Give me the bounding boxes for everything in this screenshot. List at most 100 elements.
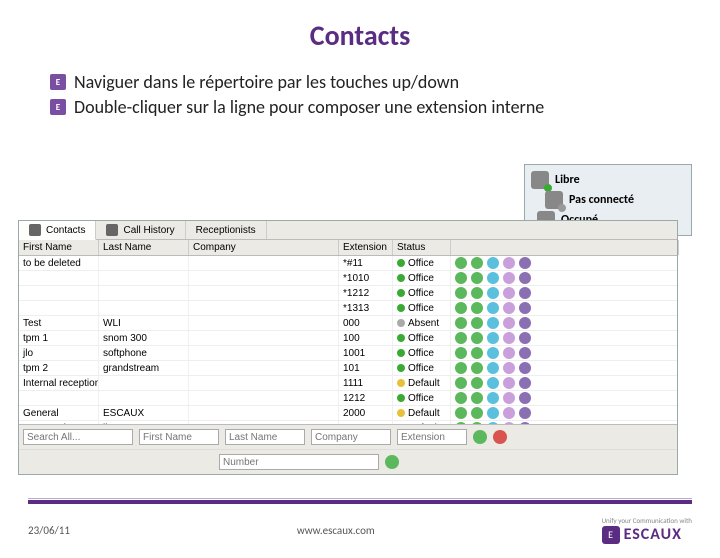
- action-call-icon[interactable]: [455, 422, 467, 424]
- table-row[interactable]: *1212Office: [19, 286, 677, 301]
- col-company[interactable]: Company: [189, 240, 339, 255]
- action-call-icon[interactable]: [455, 257, 467, 269]
- action-call-icon[interactable]: [455, 377, 467, 389]
- action-call-icon[interactable]: [455, 362, 467, 374]
- action-info-icon[interactable]: [487, 377, 499, 389]
- action-vm-icon[interactable]: [503, 392, 515, 404]
- table-row[interactable]: 1212Office: [19, 391, 677, 406]
- table-row[interactable]: GeneralESCAUX2000Default: [19, 406, 677, 421]
- action-info-icon[interactable]: [487, 362, 499, 374]
- table-row[interactable]: *1313Office: [19, 301, 677, 316]
- action-more-icon[interactable]: [519, 272, 531, 284]
- action-transfer-icon[interactable]: [471, 392, 483, 404]
- table-row[interactable]: *1010Office: [19, 271, 677, 286]
- cell-status: Default: [393, 376, 451, 390]
- action-vm-icon[interactable]: [503, 347, 515, 359]
- action-info-icon[interactable]: [487, 347, 499, 359]
- cell-actions: [451, 406, 677, 420]
- search-first-input[interactable]: [139, 429, 219, 445]
- search-ext-input[interactable]: [397, 429, 467, 445]
- action-info-icon[interactable]: [487, 422, 499, 424]
- col-extension[interactable]: Extension: [339, 240, 393, 255]
- action-transfer-icon[interactable]: [471, 272, 483, 284]
- col-last-name[interactable]: Last Name: [99, 240, 189, 255]
- bullet-item: EDouble-cliquer sur la ligne pour compos…: [50, 96, 720, 118]
- dial-call-icon[interactable]: [385, 455, 399, 469]
- table-row[interactable]: to be deleted*#11Office: [19, 256, 677, 271]
- action-vm-icon[interactable]: [503, 302, 515, 314]
- action-vm-icon[interactable]: [503, 317, 515, 329]
- action-info-icon[interactable]: [487, 332, 499, 344]
- tab-receptionists[interactable]: Receptionists: [186, 221, 267, 239]
- action-vm-icon[interactable]: [503, 272, 515, 284]
- dial-number-input[interactable]: [219, 454, 379, 470]
- action-call-icon[interactable]: [455, 317, 467, 329]
- table-row[interactable]: jlosoftphone1001Office: [19, 346, 677, 361]
- action-transfer-icon[interactable]: [471, 317, 483, 329]
- action-transfer-icon[interactable]: [471, 377, 483, 389]
- table-row[interactable]: netconsole1jlo2001Default: [19, 421, 677, 424]
- cell-status: Office: [393, 331, 451, 345]
- action-vm-icon[interactable]: [503, 422, 515, 424]
- action-more-icon[interactable]: [519, 392, 531, 404]
- search-company-input[interactable]: [311, 429, 391, 445]
- action-transfer-icon[interactable]: [471, 302, 483, 314]
- action-more-icon[interactable]: [519, 377, 531, 389]
- action-info-icon[interactable]: [487, 392, 499, 404]
- col-status[interactable]: Status: [393, 240, 451, 255]
- action-call-icon[interactable]: [455, 272, 467, 284]
- action-info-icon[interactable]: [487, 257, 499, 269]
- action-vm-icon[interactable]: [503, 407, 515, 419]
- cell-actions: [451, 286, 677, 300]
- table-row[interactable]: tpm 1snom 300100Office: [19, 331, 677, 346]
- cell-actions: [451, 346, 677, 360]
- col-first-name[interactable]: First Name: [19, 240, 99, 255]
- action-transfer-icon[interactable]: [471, 257, 483, 269]
- cell-actions: [451, 256, 677, 270]
- action-call-icon[interactable]: [455, 407, 467, 419]
- action-vm-icon[interactable]: [503, 377, 515, 389]
- search-last-input[interactable]: [225, 429, 305, 445]
- search-bar: [19, 424, 677, 449]
- bullet-icon: E: [50, 99, 66, 115]
- search-clear-icon[interactable]: [493, 430, 507, 444]
- action-call-icon[interactable]: [455, 287, 467, 299]
- action-transfer-icon[interactable]: [471, 407, 483, 419]
- action-transfer-icon[interactable]: [471, 422, 483, 424]
- action-call-icon[interactable]: [455, 302, 467, 314]
- action-info-icon[interactable]: [487, 317, 499, 329]
- action-vm-icon[interactable]: [503, 287, 515, 299]
- action-more-icon[interactable]: [519, 287, 531, 299]
- action-transfer-icon[interactable]: [471, 287, 483, 299]
- action-more-icon[interactable]: [519, 362, 531, 374]
- action-more-icon[interactable]: [519, 317, 531, 329]
- table-row[interactable]: TestWLI000Absent: [19, 316, 677, 331]
- action-vm-icon[interactable]: [503, 257, 515, 269]
- table-row[interactable]: tpm 2grandstream101Office: [19, 361, 677, 376]
- tab-call-history[interactable]: Call History: [96, 221, 185, 239]
- action-more-icon[interactable]: [519, 302, 531, 314]
- search-all-input[interactable]: [23, 429, 133, 445]
- action-transfer-icon[interactable]: [471, 347, 483, 359]
- search-go-icon[interactable]: [473, 430, 487, 444]
- action-vm-icon[interactable]: [503, 362, 515, 374]
- action-info-icon[interactable]: [487, 272, 499, 284]
- action-more-icon[interactable]: [519, 407, 531, 419]
- action-info-icon[interactable]: [487, 287, 499, 299]
- cell-first: [19, 391, 99, 405]
- action-more-icon[interactable]: [519, 332, 531, 344]
- action-call-icon[interactable]: [455, 332, 467, 344]
- action-more-icon[interactable]: [519, 257, 531, 269]
- action-info-icon[interactable]: [487, 407, 499, 419]
- action-info-icon[interactable]: [487, 302, 499, 314]
- cell-first: jlo: [19, 346, 99, 360]
- action-more-icon[interactable]: [519, 422, 531, 424]
- action-transfer-icon[interactable]: [471, 362, 483, 374]
- action-call-icon[interactable]: [455, 392, 467, 404]
- action-more-icon[interactable]: [519, 347, 531, 359]
- tab-contacts[interactable]: Contacts: [19, 221, 96, 240]
- action-call-icon[interactable]: [455, 347, 467, 359]
- table-row[interactable]: Internal reception1111Default: [19, 376, 677, 391]
- action-transfer-icon[interactable]: [471, 332, 483, 344]
- action-vm-icon[interactable]: [503, 332, 515, 344]
